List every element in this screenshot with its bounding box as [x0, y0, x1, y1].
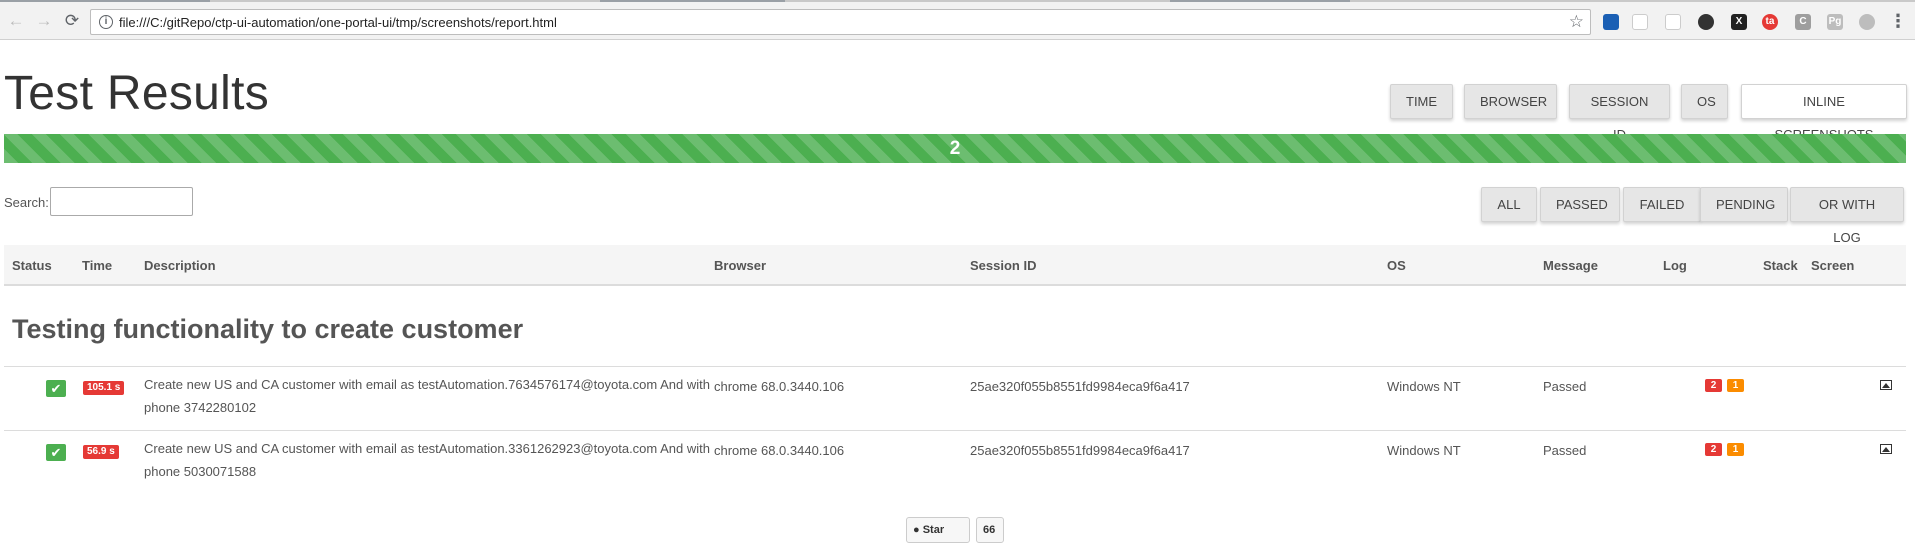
passed-check-icon: ✔ — [46, 380, 66, 397]
back-icon[interactable]: ← — [5, 10, 27, 32]
github-star-count[interactable]: 66 — [976, 517, 1004, 543]
view-session-id-button[interactable]: SESSION ID — [1569, 84, 1670, 142]
test-browser: chrome 68.0.3440.106 — [714, 379, 845, 394]
image-icon[interactable] — [1880, 444, 1892, 454]
extension-pg-icon[interactable]: Pg — [1827, 14, 1843, 30]
view-time-button[interactable]: TIME — [1390, 84, 1453, 119]
passed-check-icon: ✔ — [46, 444, 66, 461]
log-warnings-badge[interactable]: 1 — [1727, 443, 1744, 456]
table-header: Status Time Description Browser Session … — [4, 245, 1906, 286]
view-os-button[interactable]: OS — [1681, 84, 1728, 119]
column-header-session-id[interactable]: Session ID — [970, 258, 1036, 273]
filter-passed-button[interactable]: PASSED — [1540, 187, 1620, 222]
filter-or-with-log-button[interactable]: OR WITH LOG — [1790, 187, 1904, 245]
address-bar[interactable]: i file:///C:/gitRepo/ctp-ui-automation/o… — [90, 9, 1591, 35]
extension-ribbon-icon[interactable] — [1632, 14, 1648, 30]
extension-c-icon[interactable]: C — [1795, 14, 1811, 30]
test-os: Windows NT — [1387, 443, 1461, 458]
table-row: ✔ 105.1 s Create new US and CA customer … — [4, 366, 1906, 430]
progress-count: 2 — [949, 138, 961, 159]
column-header-time[interactable]: Time — [82, 258, 112, 273]
column-header-stack[interactable]: Stack — [1763, 258, 1798, 273]
test-description: Create new US and CA customer with email… — [144, 441, 711, 479]
extension-x-icon[interactable]: X — [1731, 14, 1747, 30]
test-os: Windows NT — [1387, 379, 1461, 394]
test-description: Create new US and CA customer with email… — [144, 377, 711, 415]
filter-pending-button[interactable]: PENDING — [1700, 187, 1788, 222]
time-badge: 105.1 s — [83, 381, 125, 395]
url-text[interactable]: file:///C:/gitRepo/ctp-ui-automation/one… — [119, 15, 557, 30]
test-browser: chrome 68.0.3440.106 — [714, 443, 845, 458]
info-icon[interactable]: i — [99, 15, 113, 29]
search-label: Search: — [4, 195, 49, 210]
search-input[interactable] — [50, 187, 193, 216]
image-icon[interactable] — [1880, 380, 1892, 390]
column-header-browser[interactable]: Browser — [714, 258, 766, 273]
browser-menu-icon[interactable]: ⋮ — [1889, 11, 1907, 32]
filter-all-button[interactable]: ALL — [1481, 187, 1537, 222]
github-star-button[interactable]: ● Star — [906, 517, 970, 543]
test-message: Passed — [1543, 443, 1587, 458]
column-header-screen[interactable]: Screen — [1811, 258, 1854, 273]
test-message: Passed — [1543, 379, 1587, 394]
log-errors-badge[interactable]: 2 — [1705, 379, 1722, 392]
log-errors-badge[interactable]: 2 — [1705, 443, 1722, 456]
log-warnings-badge[interactable]: 1 — [1727, 379, 1744, 392]
extension-dark-circle-icon[interactable] — [1698, 14, 1714, 30]
extension-blue-icon[interactable] — [1603, 14, 1619, 30]
column-header-description[interactable]: Description — [144, 258, 216, 273]
table-row: ✔ 56.9 s Create new US and CA customer w… — [4, 430, 1906, 494]
time-badge: 56.9 s — [83, 445, 119, 459]
page-title: Test Results — [4, 67, 270, 120]
extension-red-circle-icon[interactable]: ta — [1762, 14, 1778, 30]
browser-toolbar: ← → ⟳ i file:///C:/gitRepo/ctp-ui-automa… — [0, 2, 1915, 40]
extension-network-icon[interactable] — [1665, 14, 1681, 30]
view-browser-button[interactable]: BROWSER — [1464, 84, 1557, 119]
test-session-id: 25ae320f055b8551fd9984eca9f6a417 — [970, 379, 1190, 394]
column-header-os[interactable]: OS — [1387, 258, 1406, 273]
star-label: Star — [922, 524, 945, 536]
test-session-id: 25ae320f055b8551fd9984eca9f6a417 — [970, 443, 1190, 458]
column-header-status[interactable]: Status — [12, 258, 52, 273]
progress-bar: 2 — [4, 134, 1906, 163]
reload-icon[interactable]: ⟳ — [61, 10, 83, 32]
group-title: Testing functionality to create customer — [12, 314, 524, 344]
column-header-message[interactable]: Message — [1543, 258, 1598, 273]
forward-icon[interactable]: → — [33, 10, 55, 32]
extension-gray-circle-icon[interactable] — [1859, 14, 1875, 30]
github-icon: ● — [913, 524, 920, 536]
filter-failed-button[interactable]: FAILED — [1623, 187, 1701, 222]
star-icon[interactable]: ☆ — [1569, 12, 1584, 32]
column-header-log[interactable]: Log — [1663, 258, 1687, 273]
inline-screenshots-button[interactable]: INLINE SCREENSHOTS — [1741, 84, 1907, 142]
